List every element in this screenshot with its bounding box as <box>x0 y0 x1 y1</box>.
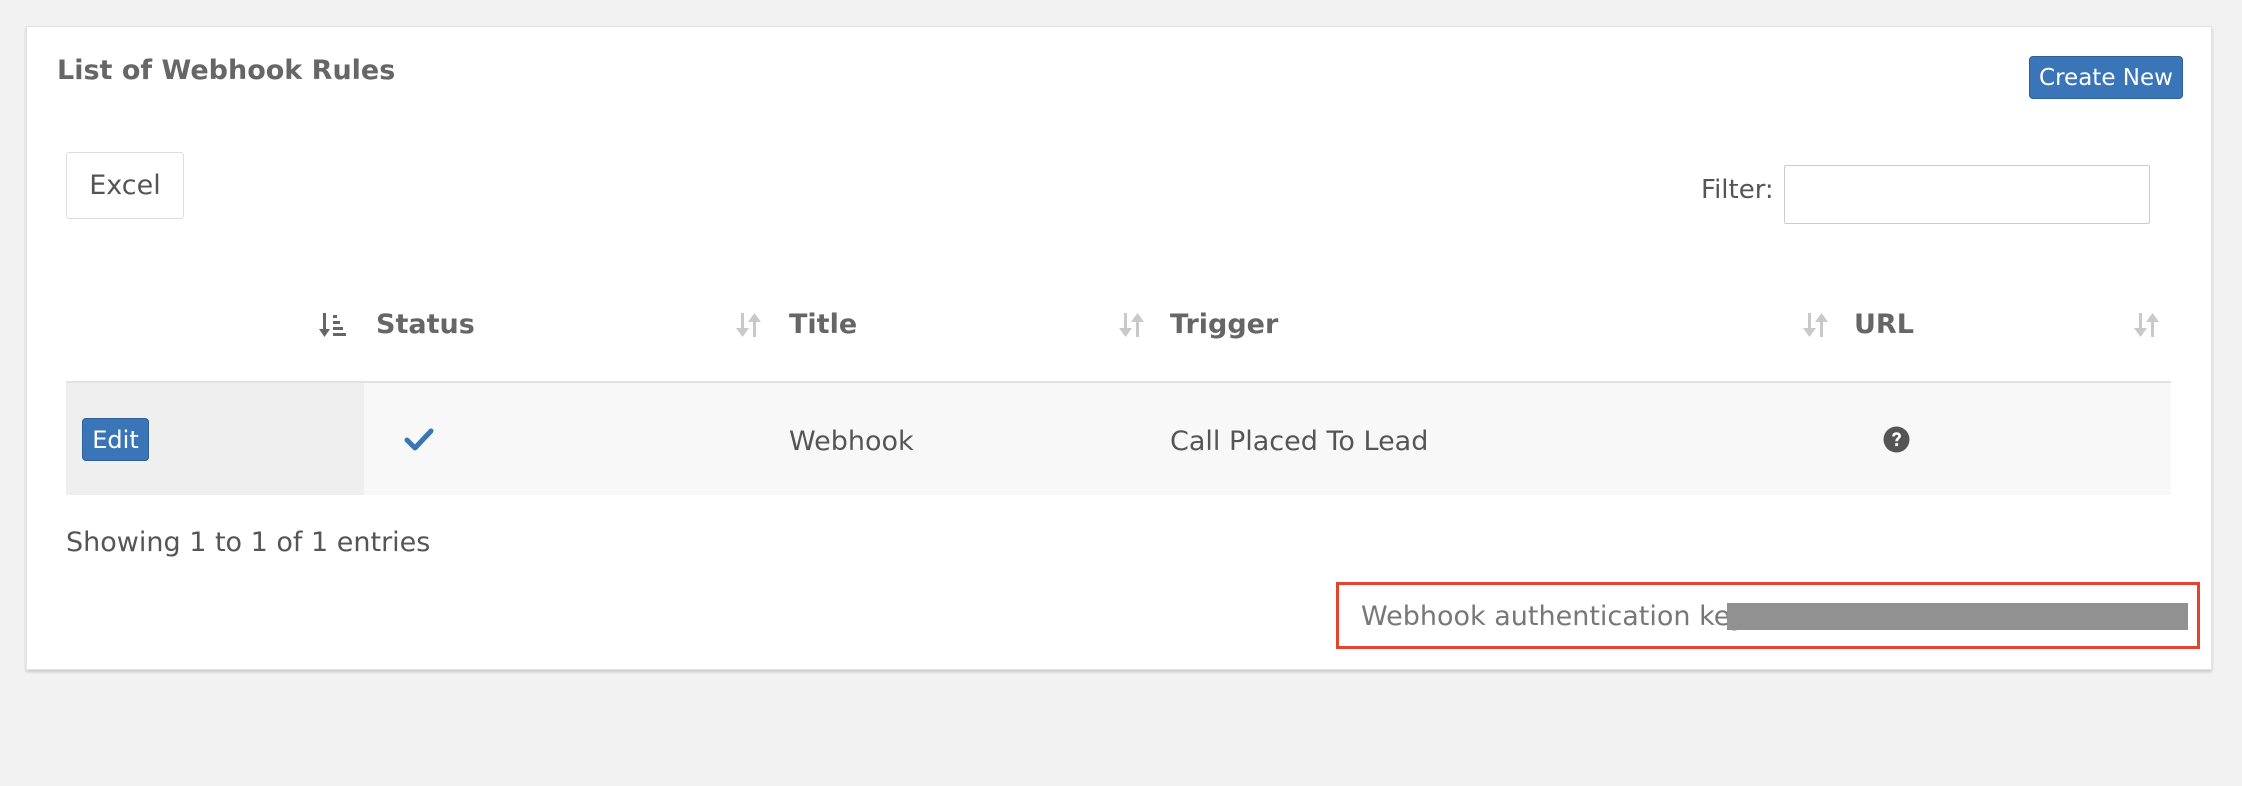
column-header-trigger[interactable]: Trigger <box>1158 279 1841 381</box>
auth-key-label: Webhook authentication key: <box>1361 601 1754 632</box>
filter-input[interactable] <box>1784 165 2150 224</box>
webhook-auth-key-box: Webhook authentication key: <box>1336 582 2200 649</box>
sort-both-icon <box>2134 313 2159 337</box>
column-label-title: Title <box>789 309 858 340</box>
table-header: Status Title Trigger URL <box>66 279 2171 383</box>
excel-export-button[interactable]: Excel <box>66 152 184 219</box>
panel-title: List of Webhook Rules <box>57 55 396 86</box>
auth-key-redacted-value <box>1727 603 2188 630</box>
table-info: Showing 1 to 1 of 1 entries <box>66 527 431 558</box>
sort-both-icon <box>736 313 761 337</box>
column-header-title[interactable]: Title <box>776 279 1158 381</box>
cell-trigger: Call Placed To Lead <box>1170 426 1429 457</box>
sort-both-icon <box>1803 313 1828 337</box>
sort-both-icon <box>1119 313 1144 337</box>
edit-button[interactable]: Edit <box>82 418 149 461</box>
sort-asc-icon <box>319 313 346 337</box>
create-new-button[interactable]: Create New <box>2029 56 2183 99</box>
checkmark-icon <box>404 428 434 451</box>
actions-cell: Edit <box>66 383 364 495</box>
webhook-rules-panel: List of Webhook Rules Create New Excel F… <box>26 26 2212 670</box>
cell-title: Webhook <box>789 426 914 457</box>
filter-label: Filter: <box>1701 175 1774 205</box>
table-row: Edit Webhook Call Placed To Lead <box>66 383 2171 495</box>
question-circle-icon[interactable] <box>1883 426 1910 453</box>
column-header-status[interactable]: Status <box>364 279 776 381</box>
column-header-actions[interactable] <box>66 279 364 381</box>
column-header-url[interactable]: URL <box>1841 279 2171 381</box>
column-label-trigger: Trigger <box>1170 309 1279 340</box>
column-label-url: URL <box>1854 309 1914 340</box>
column-label-status: Status <box>376 309 475 340</box>
